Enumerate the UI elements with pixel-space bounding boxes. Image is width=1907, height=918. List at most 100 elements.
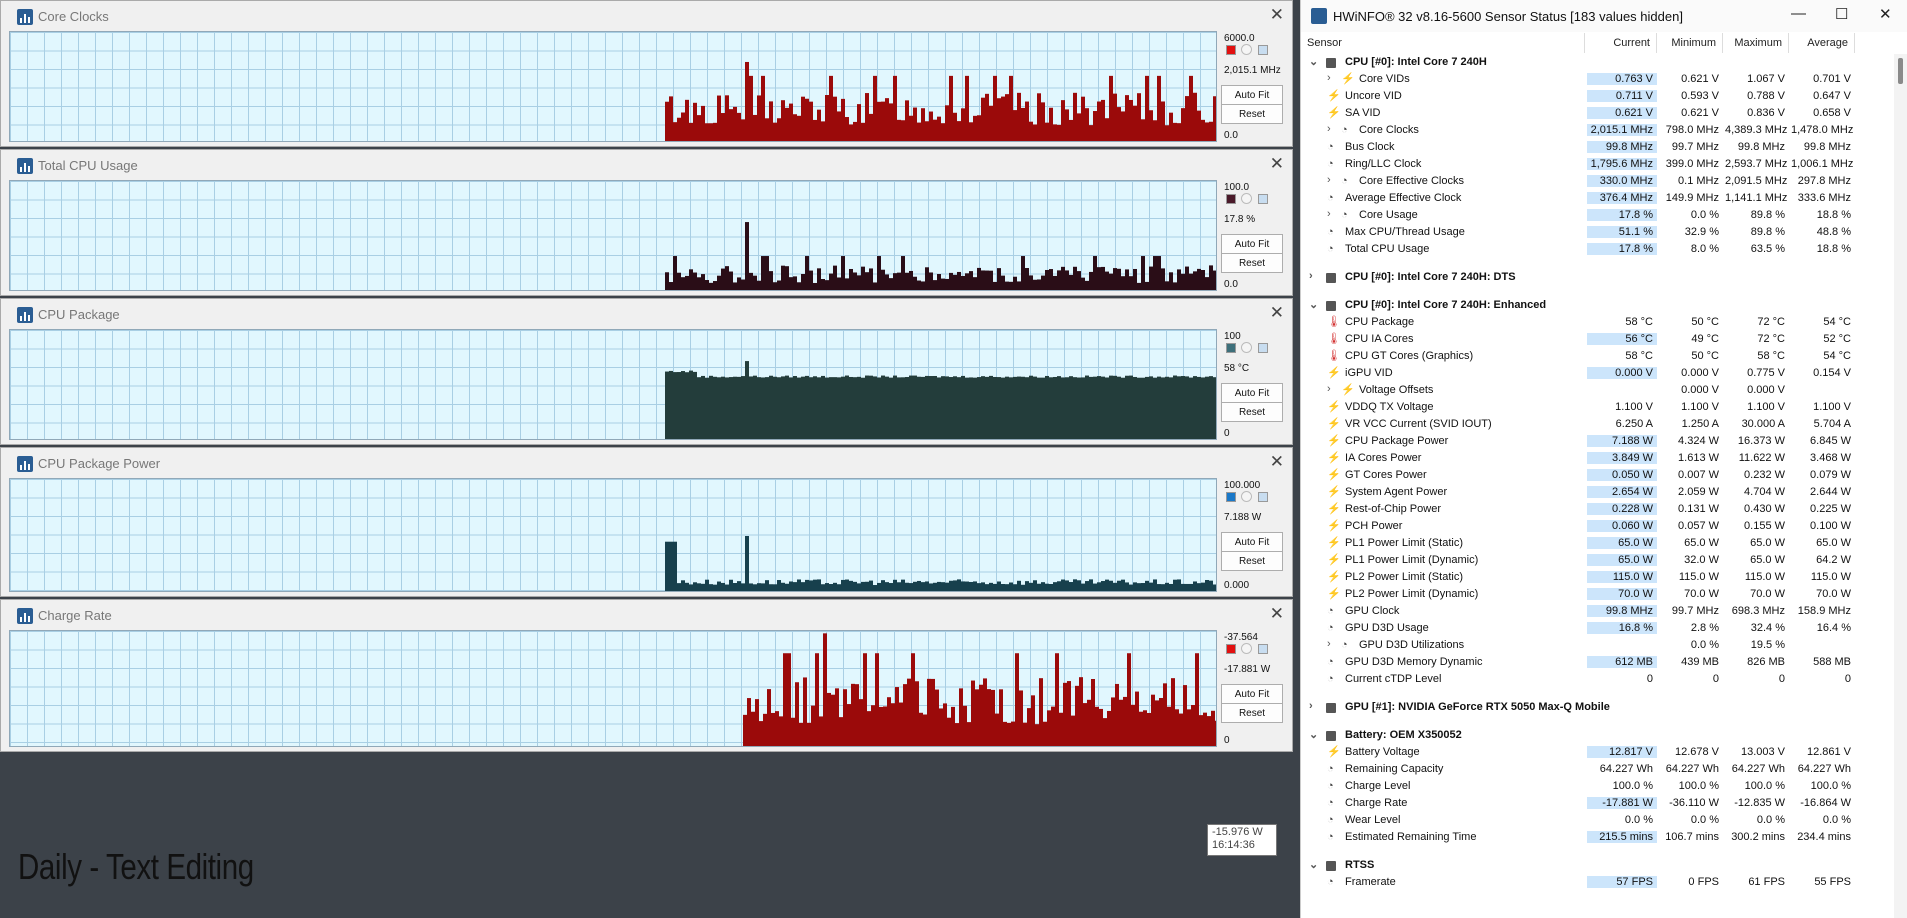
- sensor-row[interactable]: ◔ Bus Clock 99.8 MHz 99.7 MHz 99.8 MHz 99.8 M…: [1301, 139, 1895, 156]
- sensor-row[interactable]: ⚡ PL2 Power Limit (Dynamic) 70.0 W 70.0 W 70…: [1301, 586, 1895, 603]
- graph-window[interactable]: Charge Rate ✕ -37.564 -17.881 W Auto Fit Rese…: [0, 599, 1293, 752]
- sensor-row[interactable]: › ⚡ Voltage Offsets 0.000 V 0.000 V: [1301, 382, 1895, 399]
- auto-fit-button[interactable]: Auto Fit: [1221, 532, 1283, 552]
- sensor-group[interactable]: ⌄ Battery: OEM X350052: [1301, 727, 1895, 744]
- series-color-swatch[interactable]: [1226, 45, 1236, 55]
- column-header-minimum[interactable]: Minimum: [1657, 33, 1723, 53]
- graph-titlebar[interactable]: CPU Package Power ✕: [1, 448, 1292, 478]
- sensor-row[interactable]: ⚡ IA Cores Power 3.849 W 1.613 W 11.622 W 3.4…: [1301, 450, 1895, 467]
- chevron-right-icon[interactable]: ›: [1327, 638, 1331, 650]
- chevron-right-icon[interactable]: ›: [1327, 174, 1331, 186]
- column-header-maximum[interactable]: Maximum: [1723, 33, 1789, 53]
- sensor-row[interactable]: ⚡ SA VID 0.621 V 0.621 V 0.836 V 0.658 V: [1301, 105, 1895, 122]
- sensor-row[interactable]: ◔ Estimated Remaining Time 215.5 mins 106.7…: [1301, 829, 1895, 846]
- sensor-group[interactable]: › GPU [#1]: NVIDIA GeForce RTX 5050 Max-Q…: [1301, 699, 1895, 716]
- graph-option-icon[interactable]: [1241, 44, 1252, 55]
- graph-close-icon[interactable]: ✕: [1270, 154, 1284, 174]
- reset-button[interactable]: Reset: [1221, 253, 1283, 273]
- sensor-group[interactable]: ⌄ RTSS: [1301, 857, 1895, 874]
- graph-window[interactable]: CPU Package ✕ 100 58 °C Auto Fit Reset 0: [0, 298, 1293, 445]
- graph-close-icon[interactable]: ✕: [1270, 452, 1284, 472]
- sensor-row[interactable]: › ◔ Core Clocks 2,015.1 MHz 798.0 MHz 4,389.3…: [1301, 122, 1895, 139]
- sensor-row[interactable]: ◔ GPU D3D Usage 16.8 % 2.8 % 32.4 % 16.4 %: [1301, 620, 1895, 637]
- reset-button[interactable]: Reset: [1221, 551, 1283, 571]
- chevron-right-icon[interactable]: ›: [1309, 270, 1313, 282]
- sensor-row[interactable]: ⚡ Battery Voltage 12.817 V 12.678 V 13.003 V…: [1301, 744, 1895, 761]
- auto-fit-button[interactable]: Auto Fit: [1221, 383, 1283, 403]
- chevron-right-icon[interactable]: ›: [1327, 123, 1331, 135]
- sensor-row[interactable]: ◔ Charge Rate -17.881 W -36.110 W -12.835 W -…: [1301, 795, 1895, 812]
- sensor-row[interactable]: ◔ GPU Clock 99.8 MHz 99.7 MHz 698.3 MHz 158.9…: [1301, 603, 1895, 620]
- sensor-row[interactable]: › ◔ Core Effective Clocks 330.0 MHz 0.1 MHz 2…: [1301, 173, 1895, 190]
- graph-option-icon[interactable]: [1241, 643, 1252, 654]
- graph-titlebar[interactable]: Core Clocks ✕: [1, 1, 1292, 31]
- graph-option-icon[interactable]: [1241, 193, 1252, 204]
- sensor-row[interactable]: ⚡ System Agent Power 2.654 W 2.059 W 4.704 W…: [1301, 484, 1895, 501]
- chevron-down-icon[interactable]: ⌄: [1309, 55, 1318, 68]
- graph-option-icon[interactable]: [1258, 343, 1268, 353]
- sensor-row[interactable]: ◔ Total CPU Usage 17.8 % 8.0 % 63.5 % 18.8 %: [1301, 241, 1895, 258]
- graph-option-icon[interactable]: [1258, 492, 1268, 502]
- chevron-down-icon[interactable]: ⌄: [1309, 298, 1318, 311]
- sensor-row[interactable]: ⚡ Rest-of-Chip Power 0.228 W 0.131 W 0.430 W…: [1301, 501, 1895, 518]
- column-header-sensor[interactable]: Sensor: [1307, 33, 1585, 53]
- chevron-down-icon[interactable]: ⌄: [1309, 858, 1318, 871]
- graph-titlebar[interactable]: Charge Rate ✕: [1, 600, 1292, 630]
- sensor-row[interactable]: ◔ GPU D3D Memory Dynamic 612 MB 439 MB 826 M…: [1301, 654, 1895, 671]
- sensor-row[interactable]: › ◔ Core Usage 17.8 % 0.0 % 89.8 % 18.8 %: [1301, 207, 1895, 224]
- column-header-average[interactable]: Average: [1789, 33, 1855, 53]
- graph-option-icon[interactable]: [1258, 45, 1268, 55]
- auto-fit-button[interactable]: Auto Fit: [1221, 684, 1283, 704]
- sensor-row[interactable]: 🌡 CPU IA Cores 56 °C 49 °C 72 °C 52 °C: [1301, 331, 1895, 348]
- auto-fit-button[interactable]: Auto Fit: [1221, 234, 1283, 254]
- graph-titlebar[interactable]: Total CPU Usage ✕: [1, 150, 1292, 180]
- sensor-row[interactable]: ⚡ PL1 Power Limit (Static) 65.0 W 65.0 W 65.…: [1301, 535, 1895, 552]
- sensor-row[interactable]: ⚡ PL2 Power Limit (Static) 115.0 W 115.0 W 1…: [1301, 569, 1895, 586]
- sensor-row[interactable]: ◔ Wear Level 0.0 % 0.0 % 0.0 % 0.0 %: [1301, 812, 1895, 829]
- sensor-row[interactable]: ⚡ Uncore VID 0.711 V 0.593 V 0.788 V 0.647 V: [1301, 88, 1895, 105]
- vertical-scrollbar[interactable]: [1894, 54, 1907, 918]
- sensor-row[interactable]: ⚡ iGPU VID 0.000 V 0.000 V 0.775 V 0.154 V: [1301, 365, 1895, 382]
- sensor-row[interactable]: ⚡ CPU Package Power 7.188 W 4.324 W 16.373 W…: [1301, 433, 1895, 450]
- sensor-group[interactable]: ⌄ CPU [#0]: Intel Core 7 240H: [1301, 54, 1895, 71]
- series-color-swatch[interactable]: [1226, 492, 1236, 502]
- reset-button[interactable]: Reset: [1221, 104, 1283, 124]
- graph-window[interactable]: Core Clocks ✕ 6000.0 2,015.1 MHz Auto Fit Res…: [0, 0, 1293, 147]
- graph-option-icon[interactable]: [1241, 491, 1252, 502]
- chevron-right-icon[interactable]: ›: [1327, 208, 1331, 220]
- reset-button[interactable]: Reset: [1221, 402, 1283, 422]
- series-color-swatch[interactable]: [1226, 343, 1236, 353]
- minimize-button[interactable]: —: [1791, 5, 1806, 22]
- chevron-right-icon[interactable]: ›: [1327, 383, 1331, 395]
- sensor-group[interactable]: ⌄ CPU [#0]: Intel Core 7 240H: Enhanced: [1301, 297, 1895, 314]
- sensor-row[interactable]: › ⚡ Core VIDs 0.763 V 0.621 V 1.067 V 0.701 V: [1301, 71, 1895, 88]
- graph-window[interactable]: Total CPU Usage ✕ 100.0 17.8 % Auto Fit Reset…: [0, 149, 1293, 296]
- graph-close-icon[interactable]: ✕: [1270, 303, 1284, 323]
- series-color-swatch[interactable]: [1226, 194, 1236, 204]
- graph-window[interactable]: CPU Package Power ✕ 100.000 7.188 W Auto Fit…: [0, 447, 1293, 597]
- auto-fit-button[interactable]: Auto Fit: [1221, 85, 1283, 105]
- sensor-row[interactable]: ◔ Average Effective Clock 376.4 MHz 149.9 M…: [1301, 190, 1895, 207]
- reset-button[interactable]: Reset: [1221, 703, 1283, 723]
- graph-option-icon[interactable]: [1258, 644, 1268, 654]
- sensor-row[interactable]: ⚡ GT Cores Power 0.050 W 0.007 W 0.232 W 0.07…: [1301, 467, 1895, 484]
- graph-titlebar[interactable]: CPU Package ✕: [1, 299, 1292, 329]
- close-button[interactable]: ✕: [1879, 5, 1892, 23]
- graph-close-icon[interactable]: ✕: [1270, 604, 1284, 624]
- chevron-right-icon[interactable]: ›: [1309, 700, 1313, 712]
- sensor-row[interactable]: ⚡ VDDQ TX Voltage 1.100 V 1.100 V 1.100 V 1.1…: [1301, 399, 1895, 416]
- sensor-row[interactable]: ⚡ PL1 Power Limit (Dynamic) 65.0 W 32.0 W 65…: [1301, 552, 1895, 569]
- graph-option-icon[interactable]: [1241, 342, 1252, 353]
- sensor-row[interactable]: ◔ Framerate 57 FPS 0 FPS 61 FPS 55 FPS: [1301, 874, 1895, 891]
- sensor-group[interactable]: › CPU [#0]: Intel Core 7 240H: DTS: [1301, 269, 1895, 286]
- sensor-row[interactable]: ◔ Ring/LLC Clock 1,795.6 MHz 399.0 MHz 2,593…: [1301, 156, 1895, 173]
- chevron-right-icon[interactable]: ›: [1327, 72, 1331, 84]
- series-color-swatch[interactable]: [1226, 644, 1236, 654]
- sensor-row[interactable]: 🌡 CPU Package 58 °C 50 °C 72 °C 54 °C: [1301, 314, 1895, 331]
- sensor-row[interactable]: ◔ Current cTDP Level 0 0 0 0: [1301, 671, 1895, 688]
- sensor-row[interactable]: ◔ Remaining Capacity 64.227 Wh 64.227 Wh 64.…: [1301, 761, 1895, 778]
- sensor-row[interactable]: ◔ Charge Level 100.0 % 100.0 % 100.0 % 100.0 …: [1301, 778, 1895, 795]
- graph-option-icon[interactable]: [1258, 194, 1268, 204]
- graph-close-icon[interactable]: ✕: [1270, 5, 1284, 25]
- sensor-row[interactable]: ◔ Max CPU/Thread Usage 51.1 % 32.9 % 89.8 % 4…: [1301, 224, 1895, 241]
